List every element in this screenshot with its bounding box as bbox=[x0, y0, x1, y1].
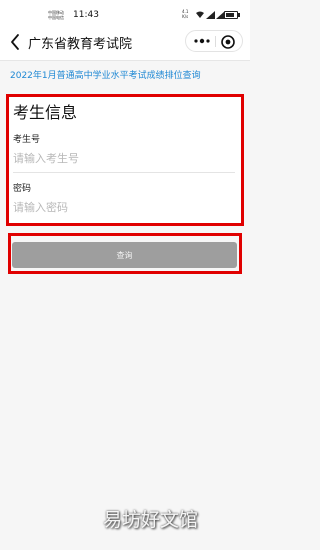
exam-number-label: 考生号 bbox=[13, 135, 41, 145]
net-speed: 4.1 K/s bbox=[182, 9, 188, 19]
section-title: 考生信息 bbox=[13, 103, 78, 122]
query-heading: 2022年1月普通高中学业水平考试成绩排位查询 bbox=[10, 71, 201, 81]
wifi-icon bbox=[196, 11, 204, 18]
query-button[interactable]: 查询 bbox=[12, 242, 237, 268]
page-title: 广东省教育考试院 bbox=[28, 37, 133, 52]
field-divider bbox=[13, 172, 235, 173]
status-time: 11:43 bbox=[73, 10, 99, 20]
carrier-2: 中国电信 bbox=[48, 15, 64, 20]
more-dots-icon[interactable] bbox=[192, 33, 212, 49]
password-label: 密码 bbox=[13, 184, 32, 194]
exam-number-input[interactable] bbox=[13, 149, 235, 167]
net-speed-unit: K/s bbox=[182, 14, 189, 19]
battery-icon bbox=[224, 11, 240, 19]
watermark-text: 易坊好文馆 bbox=[103, 509, 199, 531]
target-close-icon[interactable] bbox=[220, 34, 236, 50]
student-info-card: 考生信息 考生号 密码 bbox=[9, 95, 241, 223]
nav-bar: 广东省教育考试院 bbox=[0, 24, 250, 61]
password-input[interactable] bbox=[13, 198, 235, 216]
signal-icon bbox=[206, 11, 215, 19]
capsule-divider bbox=[215, 36, 216, 47]
status-bar: 中国移动 中国电信 11:43 4.1 K/s bbox=[0, 0, 250, 24]
chevron-left-icon[interactable] bbox=[8, 32, 22, 52]
mini-program-capsule bbox=[185, 30, 243, 52]
carrier-info: 中国移动 中国电信 bbox=[48, 10, 64, 20]
